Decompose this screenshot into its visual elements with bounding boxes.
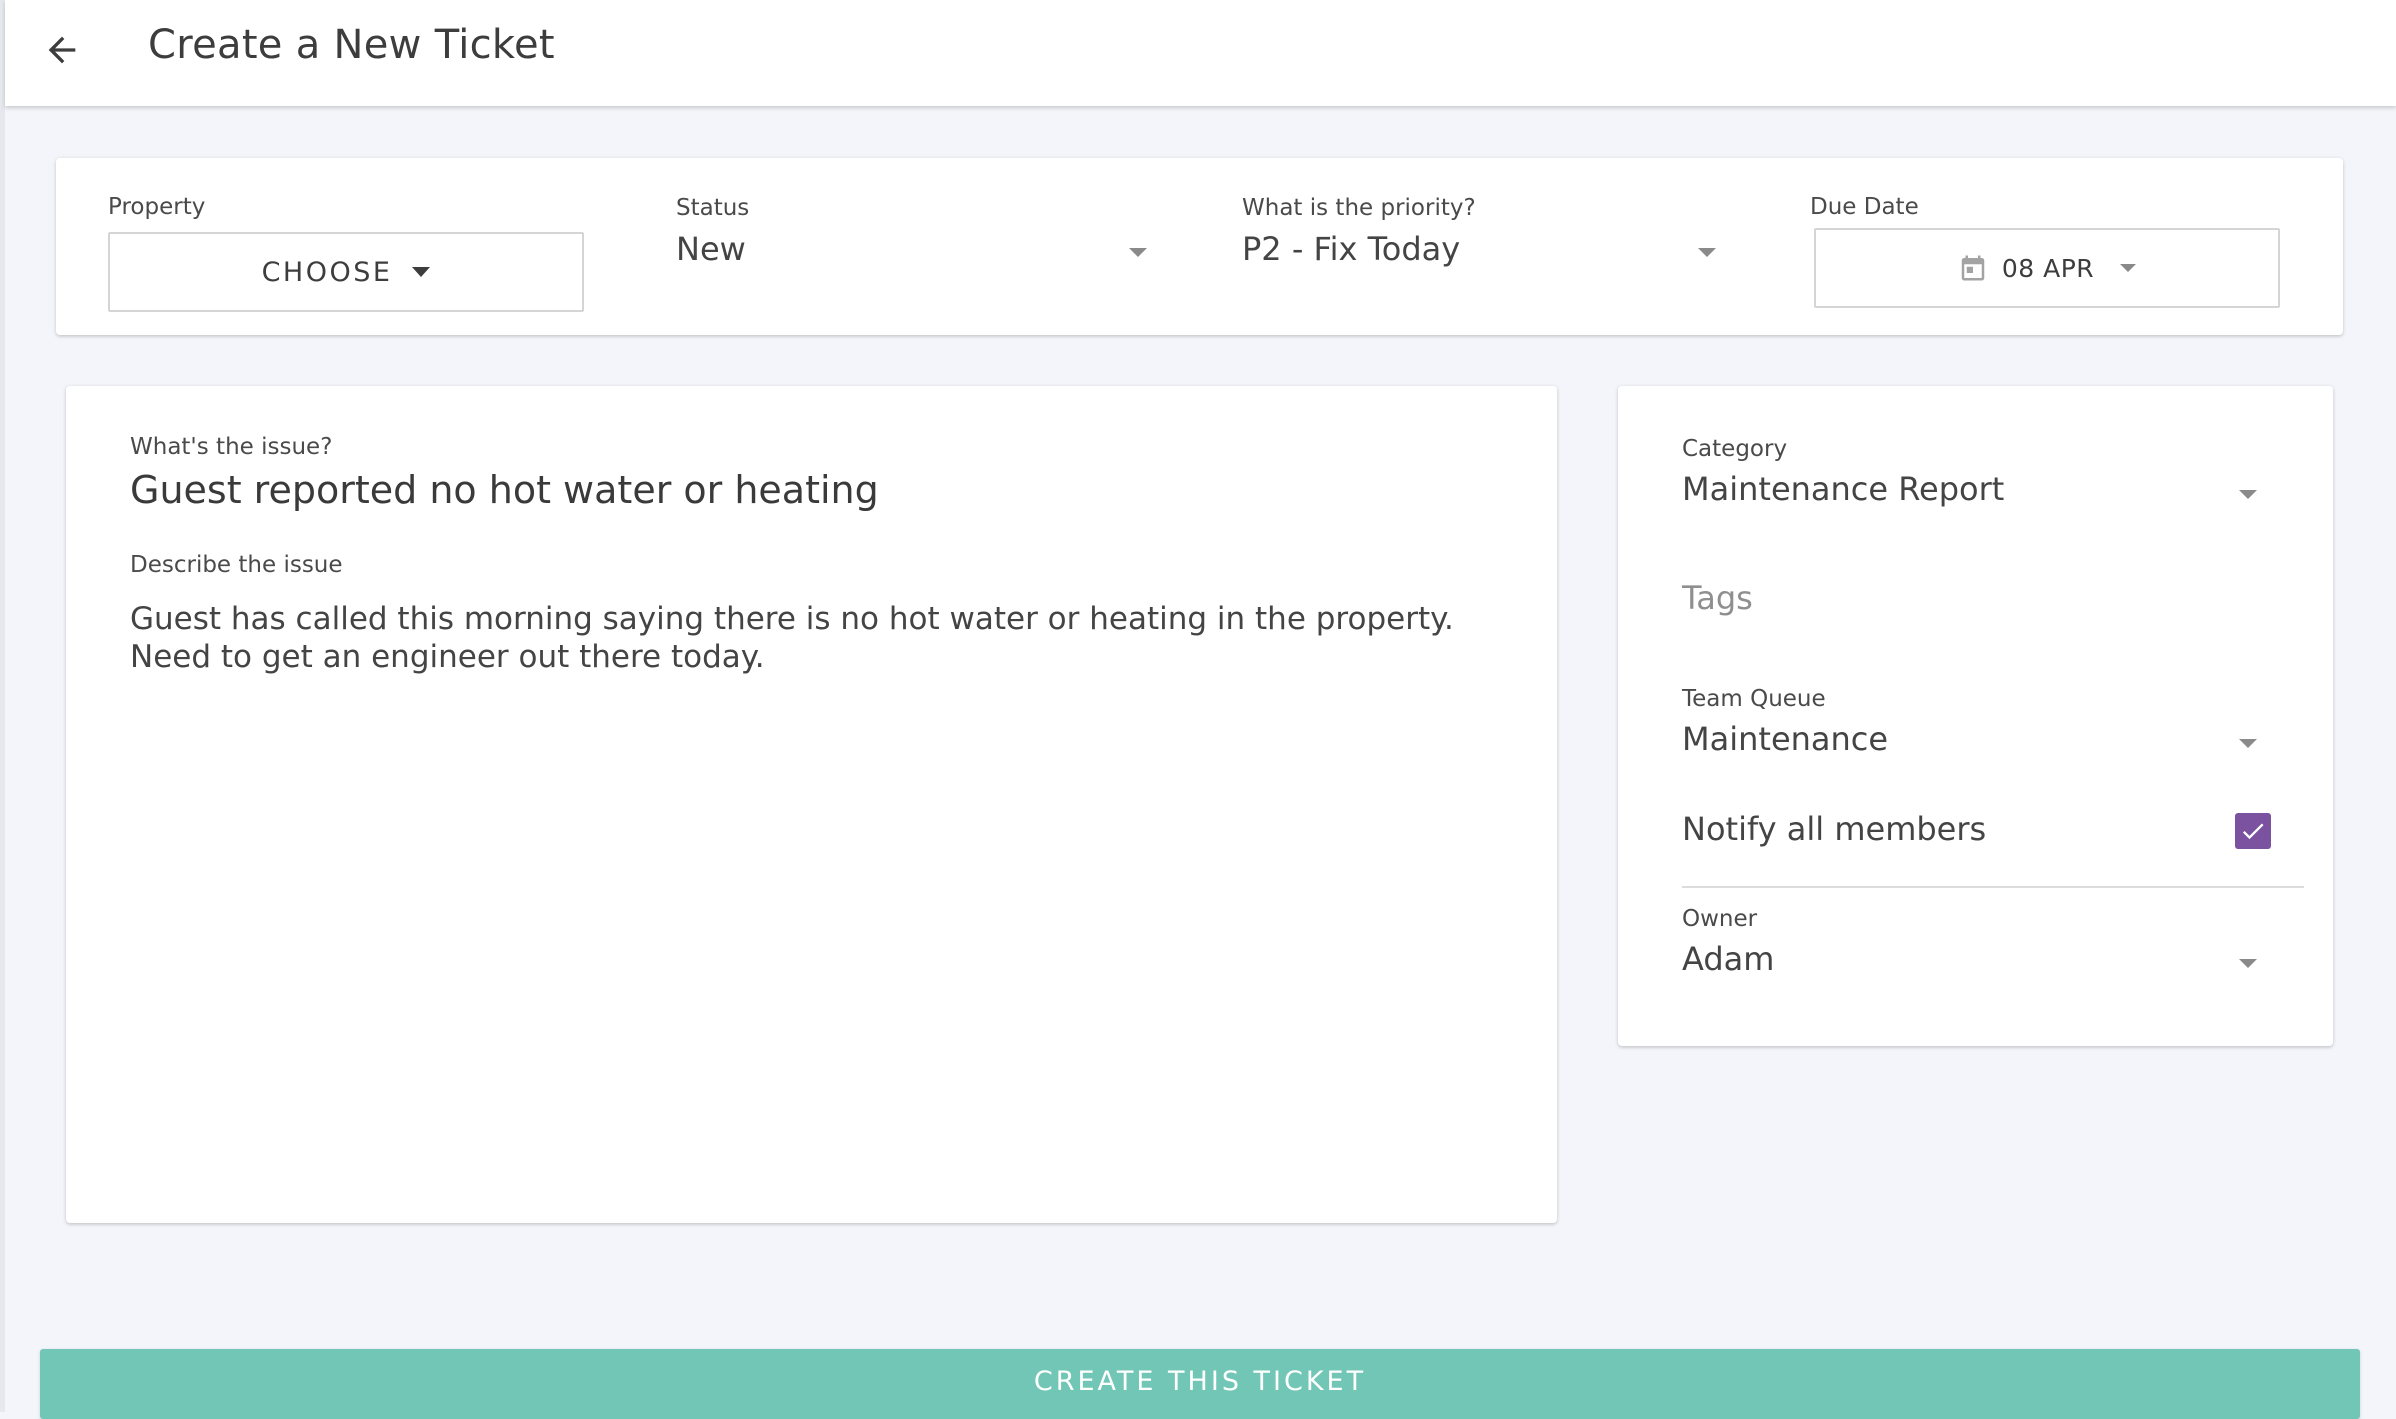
date-caret-down-icon (2120, 264, 2137, 272)
property-label: Property (108, 194, 206, 220)
calendar-icon (1961, 255, 1985, 281)
issue-description-label: Describe the issue (130, 552, 343, 578)
left-edge-border (0, 0, 5, 1412)
priority-select[interactable]: P2 - Fix Today (1242, 230, 1460, 268)
owner-select[interactable]: Adam (1682, 940, 1774, 978)
priority-caret-icon[interactable] (1698, 248, 1716, 257)
page-title: Create a New Ticket (148, 22, 555, 68)
notify-members-label: Notify all members (1682, 810, 1987, 848)
create-ticket-button[interactable]: CREATE THIS TICKET (40, 1349, 2360, 1419)
notify-members-checkbox[interactable] (2235, 813, 2271, 849)
ticket-details-card: Category Maintenance Report Tags Team Qu… (1618, 386, 2333, 1046)
ticket-meta-card: Property CHOOSE Status New What is the p… (56, 158, 2343, 335)
back-button[interactable] (38, 26, 86, 74)
issue-card: What's the issue? Guest reported no hot … (66, 386, 1557, 1223)
category-select[interactable]: Maintenance Report (1682, 470, 2004, 508)
app-header: Create a New Ticket (5, 0, 2396, 106)
category-caret-icon[interactable] (2239, 490, 2257, 499)
status-select[interactable]: New (676, 230, 746, 268)
caret-down-icon (412, 267, 431, 277)
owner-caret-icon[interactable] (2239, 959, 2257, 968)
due-date-picker[interactable]: 08 APR (1814, 228, 2280, 308)
issue-title-label: What's the issue? (130, 434, 333, 460)
priority-label: What is the priority? (1242, 195, 1476, 221)
team-queue-caret-icon[interactable] (2239, 739, 2257, 748)
issue-title-input[interactable]: Guest reported no hot water or heating (130, 468, 879, 512)
status-label: Status (676, 195, 750, 221)
property-choose-button[interactable]: CHOOSE (108, 232, 584, 312)
due-date-value: 08 APR (2001, 253, 2095, 283)
property-choose-text: CHOOSE (261, 256, 393, 288)
status-caret-icon[interactable] (1129, 248, 1147, 257)
arrow-left-icon (48, 36, 76, 64)
due-date-label: Due Date (1810, 194, 1919, 220)
team-queue-label: Team Queue (1682, 686, 1826, 712)
divider (1682, 886, 2304, 888)
team-queue-select[interactable]: Maintenance (1682, 720, 1888, 758)
tags-input[interactable]: Tags (1682, 579, 1753, 617)
owner-label: Owner (1682, 906, 1758, 932)
checkmark-icon (2242, 823, 2264, 840)
category-label: Category (1682, 436, 1788, 462)
issue-description-textarea[interactable]: Guest has called this morning saying the… (130, 600, 1510, 676)
